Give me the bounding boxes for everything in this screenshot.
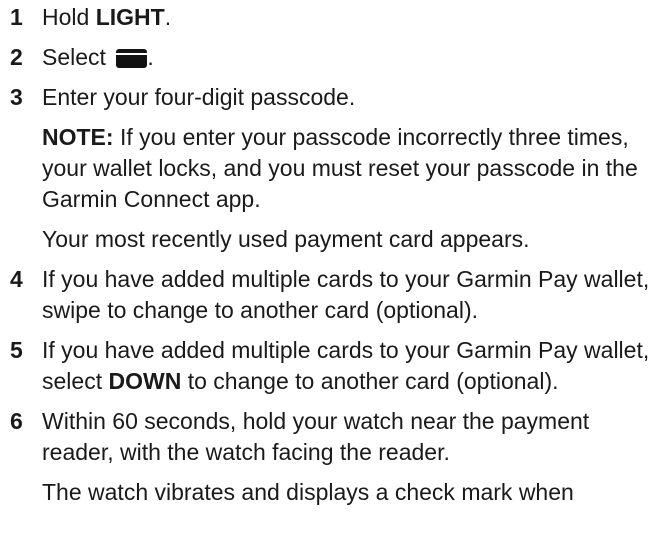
button-name: LIGHT (95, 4, 165, 30)
step-text: Hold (42, 4, 96, 30)
step-result: Your most recently used payment card app… (42, 226, 530, 252)
step-number: 2 (10, 44, 23, 70)
step-5: 5 If you have added multiple cards to yo… (10, 337, 650, 394)
note-label: NOTE: (42, 124, 114, 150)
step-4: 4 If you have added multiple cards to yo… (0, 264, 658, 326)
note: NOTE: If you enter your passcode incorre… (42, 122, 658, 215)
step-number: 4 (10, 266, 23, 292)
step-result: The watch vibrates and displays a check … (42, 479, 574, 505)
note-text: If you enter your passcode incorrectly t… (42, 124, 638, 212)
step-1: 1 Hold LIGHT. (0, 2, 658, 33)
button-name: DOWN (108, 368, 182, 394)
step-text: Within 60 seconds, hold your watch near … (42, 408, 590, 465)
step-3: 3 Enter your four-digit passcode. NOTE: … (0, 82, 658, 255)
wallet-card-icon (116, 49, 148, 68)
step-text: If you have added multiple cards to your… (42, 266, 650, 323)
instruction-list: 1 Hold LIGHT. 2 Select . 3 Enter your fo… (0, 0, 658, 517)
step-number: 5 (10, 337, 23, 363)
step-number: 3 (10, 84, 23, 110)
step-text: Select (42, 44, 113, 70)
step-number: 6 (10, 408, 23, 434)
step-2: 2 Select . (0, 42, 658, 73)
step-number: 1 (10, 4, 23, 30)
step-text: Enter your four-digit passcode. (42, 84, 356, 110)
step-6: 6 Within 60 seconds, hold your watch nea… (0, 406, 658, 508)
